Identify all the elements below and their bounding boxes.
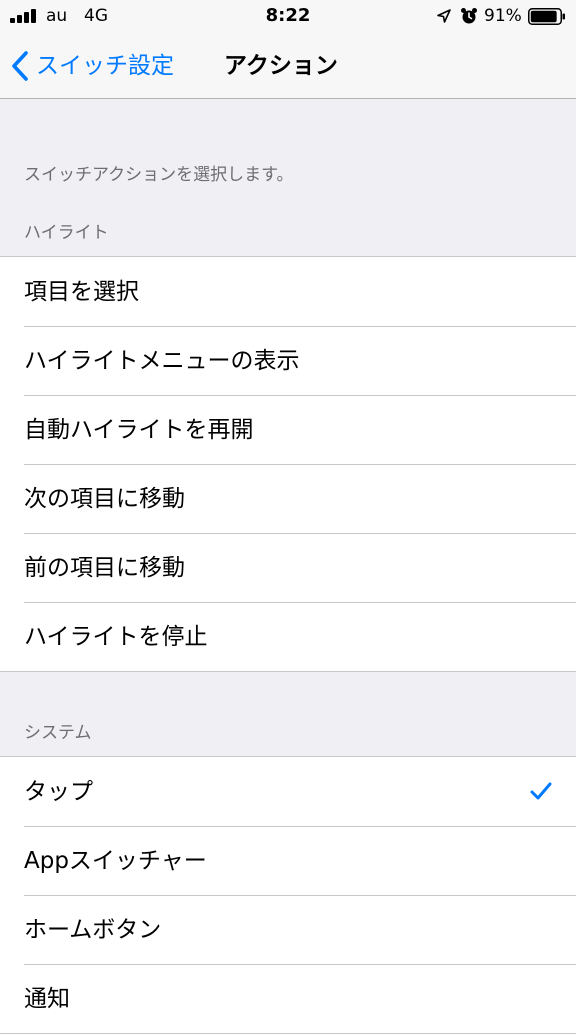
list-item-label: 次の項目に移動 <box>24 485 185 512</box>
list-item-previous-item[interactable]: 前の項目に移動 <box>0 533 576 602</box>
section-header-system: システム <box>24 723 92 743</box>
chevron-left-icon <box>12 51 28 81</box>
description-text: スイッチアクションを選択します。 <box>24 165 294 185</box>
list-item-label: ホームボタン <box>24 916 162 943</box>
list-item-label: 自動ハイライトを再開 <box>24 416 254 443</box>
list-item-label: 項目を選択 <box>24 278 139 305</box>
battery-percentage: 91% <box>484 6 522 26</box>
list-item-resume-auto-highlight[interactable]: 自動ハイライトを再開 <box>0 395 576 464</box>
list-item-show-highlight-menu[interactable]: ハイライトメニューの表示 <box>0 326 576 395</box>
back-button[interactable]: スイッチ設定 <box>10 34 174 98</box>
highlight-action-list: 項目を選択 ハイライトメニューの表示 自動ハイライトを再開 次の項目に移動 前の… <box>0 256 576 672</box>
list-item-select-item[interactable]: 項目を選択 <box>0 257 576 326</box>
list-item-tap[interactable]: タップ <box>0 757 576 826</box>
list-item-notifications[interactable]: 通知 <box>0 964 576 1033</box>
list-item-label: 前の項目に移動 <box>24 554 185 581</box>
alarm-clock-icon <box>461 8 477 24</box>
section-header-highlight: ハイライト <box>24 223 109 243</box>
page-title: アクション <box>224 53 338 79</box>
system-action-list: タップ Appスイッチャー ホームボタン 通知 <box>0 756 576 1034</box>
battery-icon <box>528 8 565 25</box>
location-arrow-icon <box>437 9 451 23</box>
list-item-label: 通知 <box>24 985 70 1012</box>
list-item-app-switcher[interactable]: Appスイッチャー <box>0 826 576 895</box>
list-item-next-item[interactable]: 次の項目に移動 <box>0 464 576 533</box>
navigation-bar: スイッチ設定 アクション <box>0 34 576 99</box>
list-item-label: Appスイッチャー <box>24 847 207 874</box>
list-item-home-button[interactable]: ホームボタン <box>0 895 576 964</box>
list-item-label: タップ <box>24 778 93 805</box>
checkmark-icon <box>530 782 552 800</box>
list-item-label: ハイライトを停止 <box>24 623 208 650</box>
status-bar: au 4G 8:22 91% <box>0 0 576 34</box>
list-item-label: ハイライトメニューの表示 <box>24 347 300 374</box>
back-button-label: スイッチ設定 <box>36 53 174 79</box>
list-item-stop-highlight[interactable]: ハイライトを停止 <box>0 602 576 671</box>
